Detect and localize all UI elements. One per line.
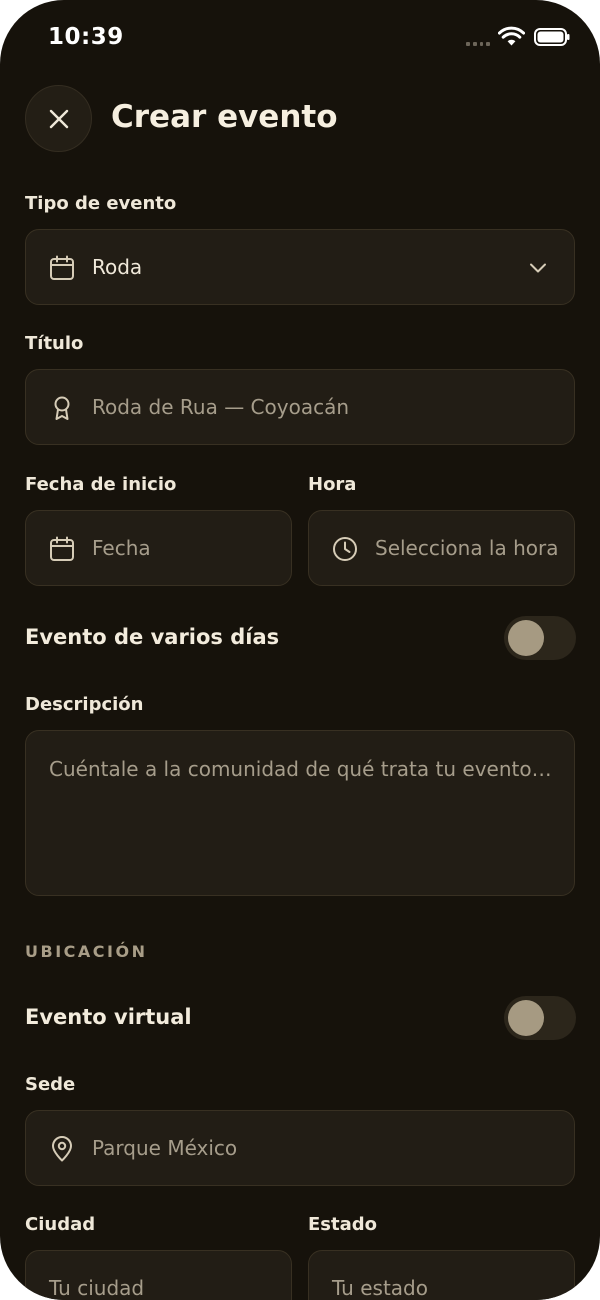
description-label: Descripción: [25, 694, 144, 715]
status-time: 10:39: [48, 24, 124, 50]
header: Crear evento: [0, 85, 600, 153]
event-type-select[interactable]: Roda: [25, 229, 575, 305]
state-placeholder: Tu estado: [332, 1276, 428, 1300]
multi-day-toggle[interactable]: [504, 616, 576, 660]
start-date-placeholder: Fecha: [92, 536, 151, 560]
page-title: Crear evento: [111, 99, 338, 135]
award-icon: [54, 396, 70, 420]
city-label: Ciudad: [25, 1214, 96, 1235]
city-input[interactable]: Tu ciudad: [25, 1250, 292, 1300]
toggle-knob: [508, 1000, 544, 1036]
calendar-icon: [50, 255, 74, 280]
wifi-icon: [498, 26, 525, 46]
close-icon: [49, 109, 68, 128]
battery-icon: [534, 28, 570, 46]
title-placeholder: Roda de Rua — Coyoacán: [92, 395, 350, 419]
description-textarea[interactable]: Cuéntale a la comunidad de qué trata tu …: [25, 730, 575, 896]
title-label: Título: [25, 333, 84, 354]
location-section-title: UBICACIÓN: [25, 942, 148, 961]
description-placeholder: Cuéntale a la comunidad de qué trata tu …: [49, 757, 552, 781]
event-type-value: Roda: [92, 255, 143, 279]
toggle-knob: [508, 620, 544, 656]
venue-label: Sede: [25, 1074, 76, 1095]
venue-input[interactable]: Parque México: [25, 1110, 575, 1186]
cellular-signal-icon: [466, 42, 490, 47]
virtual-event-label: Evento virtual: [25, 1005, 192, 1029]
venue-placeholder: Parque México: [92, 1136, 238, 1160]
event-type-label: Tipo de evento: [25, 193, 177, 214]
time-placeholder: Selecciona la hora: [375, 536, 559, 560]
title-input[interactable]: Roda de Rua — Coyoacán: [25, 369, 575, 445]
close-button[interactable]: [25, 85, 92, 152]
virtual-event-toggle[interactable]: [504, 996, 576, 1040]
state-input[interactable]: Tu estado: [308, 1250, 575, 1300]
city-placeholder: Tu ciudad: [49, 1276, 145, 1300]
start-date-input[interactable]: Fecha: [25, 510, 292, 586]
state-label: Estado: [308, 1214, 378, 1235]
time-label: Hora: [308, 474, 357, 495]
multi-day-label: Evento de varios días: [25, 625, 280, 649]
clock-icon: [333, 537, 357, 561]
phone-screen: 10:39 Crear evento Tipo de evento Roda T…: [0, 0, 600, 1300]
chevron-down-icon: [530, 263, 546, 273]
time-input[interactable]: Selecciona la hora: [308, 510, 575, 586]
start-date-label: Fecha de inicio: [25, 474, 177, 495]
location-pin-icon: [52, 1136, 72, 1162]
calendar-icon: [50, 536, 74, 561]
status-bar: 10:39: [0, 0, 600, 76]
